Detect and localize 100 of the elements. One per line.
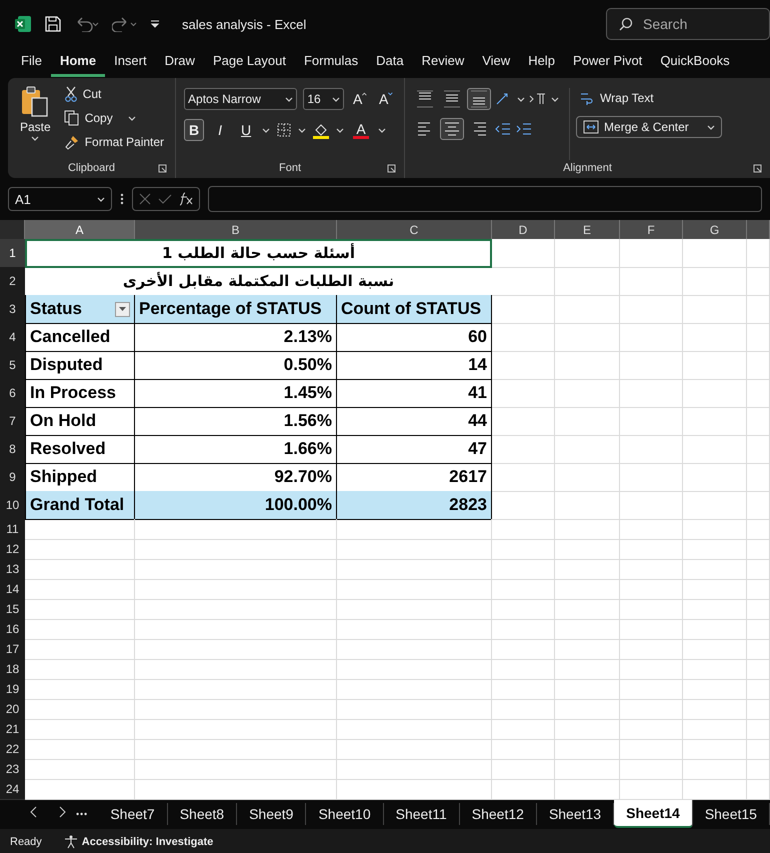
spreadsheet-cell[interactable] (492, 295, 555, 324)
row-header[interactable]: 14 (0, 579, 25, 600)
spreadsheet-cell[interactable] (135, 639, 337, 660)
spreadsheet-cell[interactable] (620, 267, 683, 296)
ribbon-tab[interactable]: Review (412, 49, 474, 77)
spreadsheet-cell[interactable] (555, 539, 620, 560)
pivot-header-cell[interactable]: Status (25, 295, 135, 324)
spreadsheet-cell[interactable] (135, 539, 337, 560)
spreadsheet-cell[interactable] (555, 407, 620, 436)
spreadsheet-cell[interactable] (555, 379, 620, 408)
spreadsheet-cell[interactable] (135, 759, 337, 780)
ribbon-tab[interactable]: Power Pivot (564, 49, 652, 77)
spreadsheet-cell[interactable] (337, 619, 492, 640)
spreadsheet-cell[interactable] (555, 435, 620, 464)
spreadsheet-cell[interactable] (747, 579, 770, 600)
decrease-font-button[interactable]: A (376, 88, 396, 110)
spreadsheet-cell[interactable] (747, 267, 770, 296)
spreadsheet-cell[interactable] (747, 239, 770, 268)
column-header[interactable]: C (337, 220, 492, 239)
row-header[interactable]: 18 (0, 659, 25, 680)
column-header[interactable]: A (25, 220, 135, 239)
spreadsheet-cell[interactable] (620, 539, 683, 560)
spreadsheet-cell[interactable] (683, 407, 747, 436)
ribbon-tab[interactable]: Data (367, 49, 413, 77)
spreadsheet-cell[interactable] (25, 699, 135, 720)
spreadsheet-cell[interactable] (620, 639, 683, 660)
sheet-tab[interactable]: Sheet12 (460, 803, 537, 825)
accessibility-status[interactable]: Accessibility: Investigate (64, 834, 214, 848)
spreadsheet-cell[interactable] (555, 719, 620, 740)
spreadsheet-cell[interactable] (620, 379, 683, 408)
row-header[interactable]: 1 (0, 239, 25, 268)
spreadsheet-cell[interactable] (620, 491, 683, 520)
ribbon-tab[interactable]: Insert (105, 49, 156, 77)
wrap-text-button[interactable]: Wrap Text (576, 88, 722, 108)
spreadsheet-cell[interactable] (555, 579, 620, 600)
row-header[interactable]: 20 (0, 699, 25, 720)
paste-button[interactable]: Paste (16, 84, 55, 160)
spreadsheet-cell[interactable] (492, 579, 555, 600)
spreadsheet-cell[interactable] (25, 519, 135, 540)
row-header[interactable]: 12 (0, 539, 25, 560)
ribbon-tab[interactable]: Help (519, 49, 564, 77)
sheet-tab[interactable]: Sheet9 (237, 803, 306, 825)
spreadsheet-cell[interactable] (683, 679, 747, 700)
spreadsheet-cell[interactable] (683, 719, 747, 740)
bold-button[interactable]: B (184, 119, 204, 141)
spreadsheet-cell[interactable] (620, 407, 683, 436)
row-header[interactable]: 22 (0, 739, 25, 760)
spreadsheet-cell[interactable] (747, 351, 770, 380)
spreadsheet-cell[interactable] (747, 639, 770, 660)
spreadsheet-cell[interactable] (492, 659, 555, 680)
spreadsheet-cell[interactable] (135, 559, 337, 580)
cut-button[interactable]: Cut (60, 84, 168, 104)
spreadsheet-cell[interactable] (620, 519, 683, 540)
spreadsheet-cell[interactable] (683, 639, 747, 660)
spreadsheet-cell[interactable] (492, 239, 555, 268)
spreadsheet-cell[interactable] (683, 295, 747, 324)
sheet-tab[interactable]: Sheet11 (384, 803, 460, 825)
spreadsheet-cell[interactable] (337, 759, 492, 780)
underline-button[interactable]: U (236, 119, 256, 141)
spreadsheet-cell[interactable] (747, 659, 770, 680)
spreadsheet-cell[interactable] (555, 463, 620, 492)
decrease-indent-icon[interactable] (494, 121, 512, 137)
spreadsheet-cell[interactable] (337, 679, 492, 700)
ribbon-tab[interactable]: QuickBooks (651, 49, 739, 77)
row-header[interactable]: 10 (0, 491, 25, 520)
spreadsheet-cell[interactable] (492, 619, 555, 640)
spreadsheet-cell[interactable] (337, 699, 492, 720)
spreadsheet-cell[interactable] (683, 539, 747, 560)
column-header[interactable]: F (620, 220, 683, 239)
spreadsheet-cell[interactable] (620, 463, 683, 492)
column-header[interactable]: E (555, 220, 620, 239)
spreadsheet-cell[interactable] (135, 599, 337, 620)
spreadsheet-cell[interactable] (620, 295, 683, 324)
spreadsheet-cell[interactable] (555, 267, 620, 296)
spreadsheet-cell[interactable] (492, 759, 555, 780)
sheet-tab[interactable]: Sheet7 (98, 803, 168, 825)
row-header[interactable]: 17 (0, 639, 25, 660)
merge-center-button[interactable]: Merge & Center (576, 116, 722, 138)
spreadsheet-cell[interactable] (492, 739, 555, 760)
spreadsheet-cell[interactable] (683, 323, 747, 352)
spreadsheet-cell[interactable] (555, 559, 620, 580)
spreadsheet-cell[interactable] (555, 491, 620, 520)
spreadsheet-cell[interactable] (620, 679, 683, 700)
spreadsheet-cell[interactable] (620, 351, 683, 380)
column-header[interactable]: G (683, 220, 747, 239)
spreadsheet-cell[interactable] (747, 619, 770, 640)
check-icon[interactable] (158, 192, 172, 206)
spreadsheet-cell[interactable] (555, 619, 620, 640)
format-painter-button[interactable]: Format Painter (60, 132, 168, 152)
sheet-tab[interactable]: Sheet14 (614, 800, 693, 828)
ribbon-tab[interactable]: Page Layout (204, 49, 295, 77)
spreadsheet-cell[interactable] (683, 699, 747, 720)
spreadsheet-cell[interactable] (620, 435, 683, 464)
spreadsheet-cell[interactable] (555, 239, 620, 268)
spreadsheet-cell[interactable] (683, 435, 747, 464)
copy-button[interactable]: Copy (60, 108, 168, 128)
spreadsheet-cell[interactable] (683, 619, 747, 640)
spreadsheet-cell[interactable] (492, 267, 555, 296)
spreadsheet-cell[interactable] (555, 679, 620, 700)
spreadsheet-cell[interactable] (135, 619, 337, 640)
